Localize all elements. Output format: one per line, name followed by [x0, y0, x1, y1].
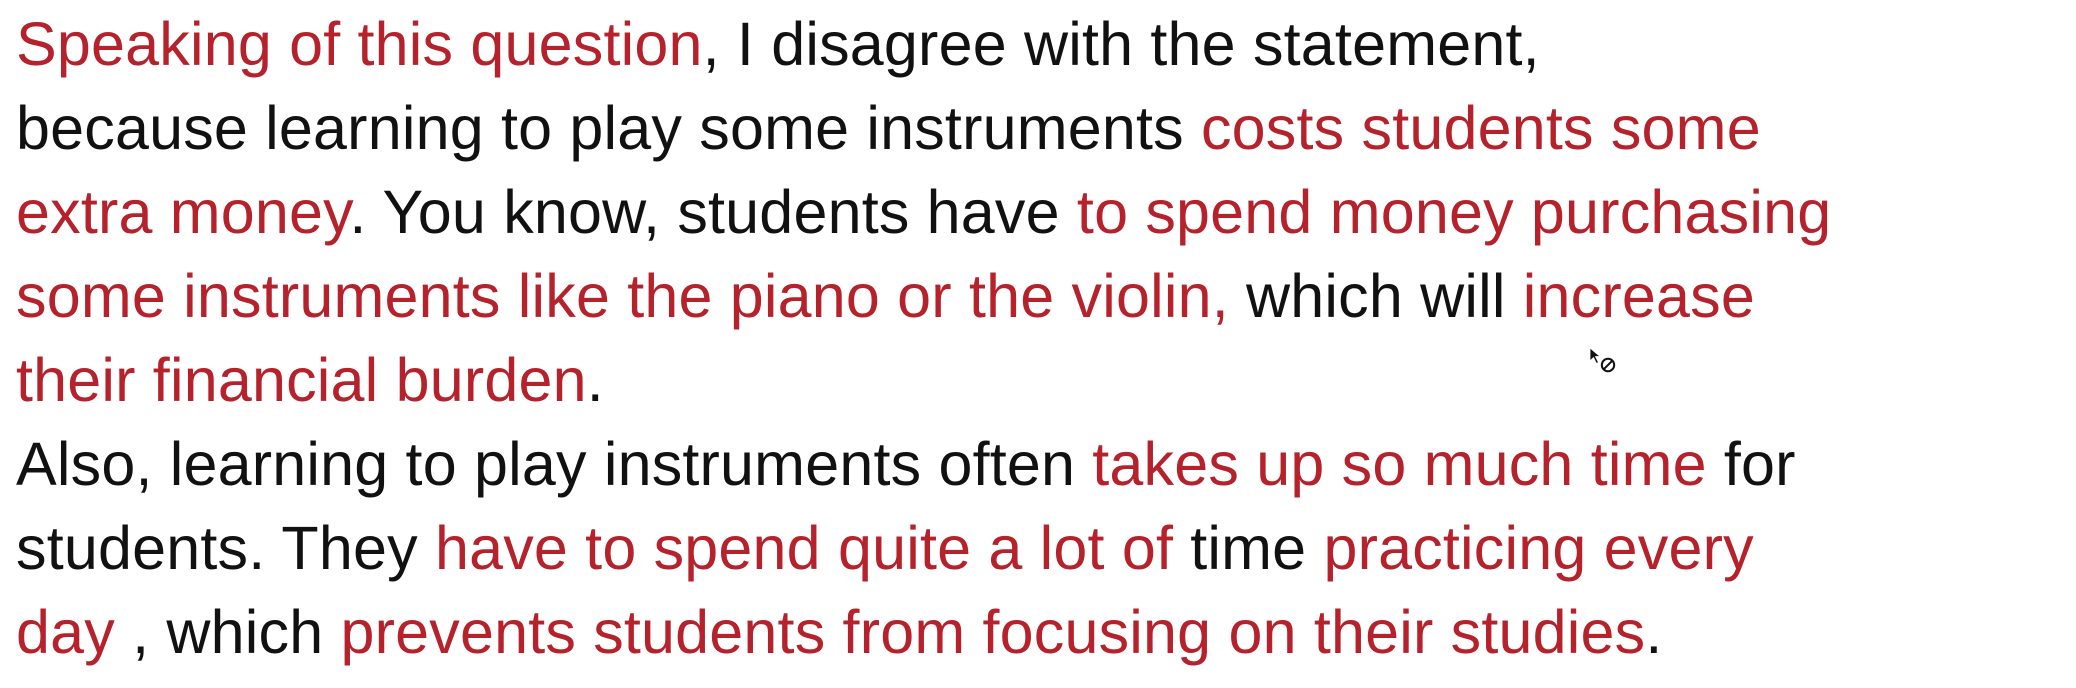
- document-page: Speaking of this question, I disagree wi…: [0, 0, 2076, 688]
- pointer-with-no-entry-icon: [1589, 347, 1616, 373]
- text-segment: which will: [1228, 262, 1523, 330]
- text-segment: Also, learning to play instruments often: [16, 430, 1093, 498]
- highlighted-phrase: their financial burden: [16, 346, 587, 414]
- highlighted-phrase: day: [16, 598, 115, 666]
- text-line-2: because learning to play some instrument…: [16, 86, 1761, 170]
- text-line-7: students. They have to spend quite a lot…: [16, 506, 1754, 590]
- text-segment: time: [1173, 514, 1324, 582]
- text-segment: .: [586, 346, 604, 414]
- highlighted-phrase: costs students some: [1200, 94, 1761, 162]
- text-segment: .: [1645, 598, 1663, 666]
- text-segment: students. They: [16, 514, 435, 582]
- highlighted-phrase: practicing every: [1323, 514, 1754, 582]
- highlighted-phrase: some instruments like the piano or the v…: [16, 262, 1229, 330]
- text-line-3: extra money. You know, students have to …: [16, 170, 1831, 254]
- text-segment: , I disagree with the statement,: [702, 10, 1540, 78]
- text-segment: because learning to play some instrument…: [16, 94, 1201, 162]
- highlighted-phrase: have to spend quite a lot of: [434, 514, 1174, 582]
- text-line-6: Also, learning to play instruments often…: [16, 422, 1796, 506]
- text-segment: . You know, students have: [349, 178, 1077, 246]
- text-line-4: some instruments like the piano or the v…: [16, 254, 1755, 338]
- highlighted-phrase: increase: [1522, 262, 1755, 330]
- highlighted-phrase: takes up so much time: [1092, 430, 1707, 498]
- text-line-5: their financial burden.: [16, 338, 604, 422]
- text-line-8: day , which prevents students from focus…: [16, 590, 1663, 674]
- highlighted-phrase: to spend money purchasing: [1076, 178, 1832, 246]
- text-segment: , which: [114, 598, 341, 666]
- highlighted-phrase: Speaking of this question: [16, 10, 703, 78]
- text-line-1: Speaking of this question, I disagree wi…: [16, 2, 1540, 86]
- highlighted-phrase: prevents students from focusing on their…: [340, 598, 1646, 666]
- highlighted-phrase: extra money: [16, 178, 350, 246]
- text-segment: for: [1706, 430, 1796, 498]
